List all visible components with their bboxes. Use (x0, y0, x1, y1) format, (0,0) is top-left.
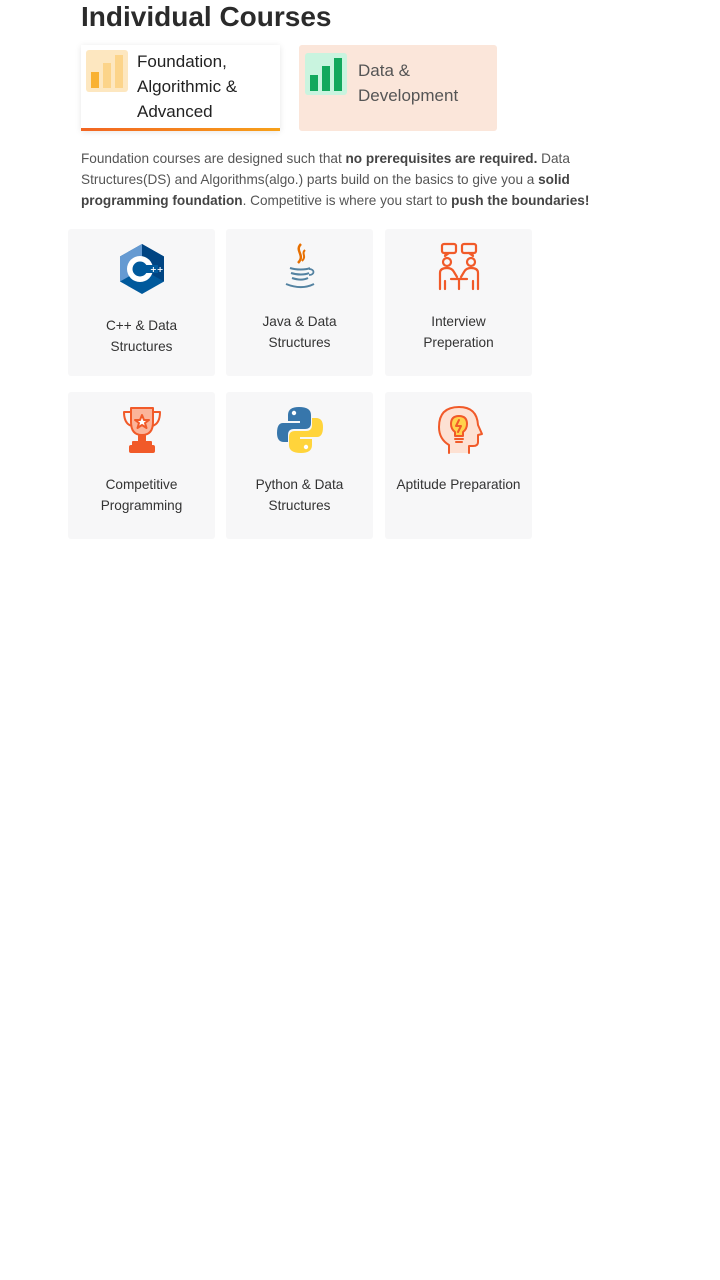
head-bulb-icon (433, 404, 485, 456)
course-card-java[interactable]: Java & Data Structures (226, 229, 373, 376)
courses-description: Foundation courses are designed such tha… (81, 148, 626, 211)
course-card-competitive[interactable]: Competitive Programming (68, 392, 215, 539)
cpp-icon: ++ (116, 243, 168, 295)
tab-foundation[interactable]: Foundation, Algorithmic & Advanced (81, 45, 280, 131)
svg-text:++: ++ (150, 265, 163, 274)
course-label: Competitive Programming (100, 477, 183, 513)
course-label: C++ & Data Structures (105, 318, 178, 354)
course-label: Java & Data Structures (262, 314, 337, 350)
tab-data-development-label: Data & Development (358, 61, 459, 105)
desc-text-3: . Competitive is where you start to (242, 193, 452, 208)
interview-icon (433, 241, 485, 293)
active-tab-indicator (81, 128, 280, 131)
python-icon (274, 404, 326, 456)
course-label: Python & Data Structures (255, 477, 344, 513)
page-title: Individual Courses (81, 1, 332, 32)
bar-chart-icon (305, 53, 347, 95)
tab-foundation-label: Foundation, Algorithmic & Advanced (137, 52, 238, 121)
bar-chart-icon (86, 50, 128, 92)
course-card-python[interactable]: Python & Data Structures (226, 392, 373, 539)
page: Individual Courses Foundation, Algorithm… (0, 0, 720, 1280)
course-card-aptitude[interactable]: Aptitude Preparation (385, 392, 532, 539)
course-label: Aptitude Preparation (396, 477, 521, 492)
java-icon (274, 241, 326, 293)
desc-text-1: Foundation courses are designed such tha… (81, 151, 346, 166)
tab-data-development[interactable]: Data & Development (299, 45, 497, 131)
trophy-icon (116, 404, 168, 456)
course-card-interview[interactable]: Interview Preperation (385, 229, 532, 376)
desc-bold-1: no prerequisites are required. (345, 151, 538, 166)
course-label: Interview Preperation (423, 314, 494, 350)
desc-bold-3: push the boundaries! (451, 193, 590, 208)
course-card-cpp[interactable]: ++ C++ & Data Structures (68, 229, 215, 376)
